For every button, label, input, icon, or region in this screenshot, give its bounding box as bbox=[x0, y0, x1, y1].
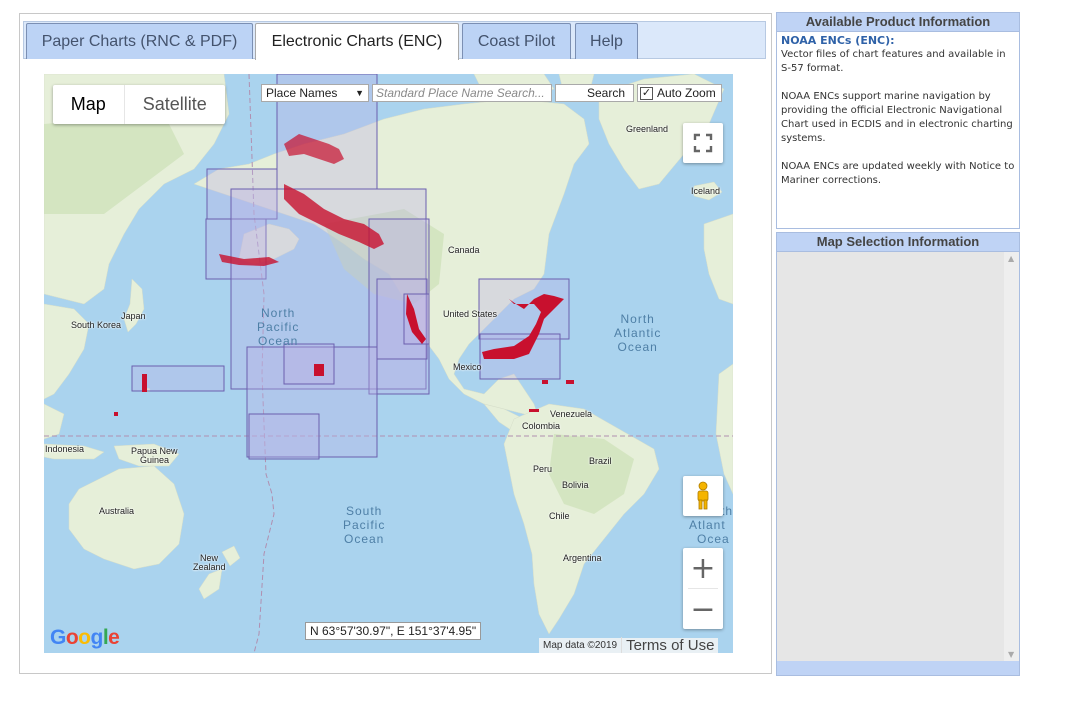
map-data-text: Map data ©2019 bbox=[543, 640, 618, 651]
map-canvas bbox=[44, 74, 733, 653]
label-canada: Canada bbox=[448, 245, 480, 255]
auto-zoom-toggle[interactable]: ✓ Auto Zoom bbox=[637, 84, 722, 102]
label-bolivia: Bolivia bbox=[562, 480, 589, 490]
place-names-select-value: Place Names bbox=[266, 86, 338, 100]
place-name-search-input[interactable]: Standard Place Name Search... bbox=[372, 84, 552, 102]
enc-description-1: Vector files of chart features and avail… bbox=[781, 49, 1006, 74]
zoom-in-button[interactable]: + bbox=[683, 548, 723, 588]
map-selection-scrollbar[interactable]: ▲ ▼ bbox=[1004, 252, 1019, 661]
product-info-body: NOAA ENCs (ENC): Vector files of chart f… bbox=[777, 32, 1019, 204]
map-type-satellite-button[interactable]: Satellite bbox=[123, 85, 225, 124]
auto-zoom-checkbox[interactable]: ✓ bbox=[640, 86, 653, 100]
label-south-pacific: South Pacific Ocean bbox=[343, 504, 386, 546]
zoom-control: + − bbox=[683, 548, 723, 629]
label-papua-new-guinea-2: Guinea bbox=[140, 455, 170, 465]
label-chile: Chile bbox=[549, 511, 570, 521]
auto-zoom-label: Auto Zoom bbox=[657, 86, 716, 100]
map-attribution: Map data ©2019 Terms of Use bbox=[539, 637, 719, 653]
label-japan: Japan bbox=[121, 311, 146, 321]
map-selection-panel: Map Selection Information ▲ ▼ bbox=[776, 232, 1020, 676]
label-north-atlantic: North Atlantic Ocean bbox=[614, 312, 662, 354]
dropdown-arrow-icon: ▼ bbox=[355, 88, 364, 98]
map-type-map-button[interactable]: Map bbox=[53, 85, 124, 124]
label-venezuela: Venezuela bbox=[550, 409, 593, 419]
scroll-down-icon[interactable]: ▼ bbox=[1008, 650, 1014, 659]
product-info-title: Available Product Information bbox=[777, 13, 1019, 32]
label-peru: Peru bbox=[533, 464, 553, 474]
map-type-control: Map Satellite bbox=[53, 85, 225, 124]
google-logo: Google bbox=[50, 626, 120, 649]
zoom-out-button[interactable]: − bbox=[683, 589, 723, 629]
place-names-select[interactable]: Place Names ▼ bbox=[261, 84, 369, 102]
map-selection-content bbox=[777, 252, 1019, 661]
label-new-zealand-2: Zealand bbox=[193, 562, 226, 572]
tab-help[interactable]: Help bbox=[575, 23, 638, 59]
scroll-up-icon[interactable]: ▲ bbox=[1008, 254, 1014, 263]
coordinates-readout: N 63°57'30.97", E 151°37'4.95" bbox=[305, 622, 482, 640]
tab-paper-charts[interactable]: Paper Charts (RNC & PDF) bbox=[26, 23, 253, 59]
label-australia: Australia bbox=[99, 506, 135, 516]
map-selection-footer bbox=[777, 661, 1019, 675]
label-brazil: Brazil bbox=[589, 456, 612, 466]
street-view-pegman[interactable] bbox=[683, 476, 723, 516]
tab-coast-pilot[interactable]: Coast Pilot bbox=[462, 23, 571, 59]
fullscreen-button[interactable] bbox=[683, 123, 723, 163]
terms-of-use-link[interactable]: Terms of Use bbox=[621, 637, 718, 653]
label-indonesia: Indonesia bbox=[45, 444, 85, 454]
map-selection-title: Map Selection Information bbox=[777, 233, 1019, 252]
tab-bar: Paper Charts (RNC & PDF) Electronic Char… bbox=[23, 21, 766, 60]
map-view[interactable]: Greenland Iceland Canada United States M… bbox=[44, 74, 733, 653]
enc-description-2: NOAA ENCs support marine navigation by p… bbox=[781, 91, 1013, 144]
label-colombia: Colombia bbox=[522, 421, 561, 431]
label-south-korea: South Korea bbox=[71, 320, 122, 330]
enc-description-3: NOAA ENCs are updated weekly with Notice… bbox=[781, 161, 1015, 186]
enc-title: NOAA ENCs (ENC): bbox=[781, 34, 895, 47]
label-greenland: Greenland bbox=[626, 124, 669, 134]
label-united-states: United States bbox=[443, 309, 498, 319]
search-button[interactable]: Search bbox=[555, 84, 634, 102]
label-iceland: Iceland bbox=[691, 186, 721, 196]
product-info-panel: Available Product Information NOAA ENCs … bbox=[776, 12, 1020, 229]
tab-electronic-charts[interactable]: Electronic Charts (ENC) bbox=[255, 23, 459, 60]
label-north-pacific: North Pacific Ocean bbox=[257, 306, 300, 348]
pegman-icon bbox=[697, 481, 709, 510]
label-argentina: Argentina bbox=[563, 553, 602, 563]
fullscreen-icon bbox=[693, 133, 713, 153]
label-mexico: Mexico bbox=[453, 362, 482, 372]
